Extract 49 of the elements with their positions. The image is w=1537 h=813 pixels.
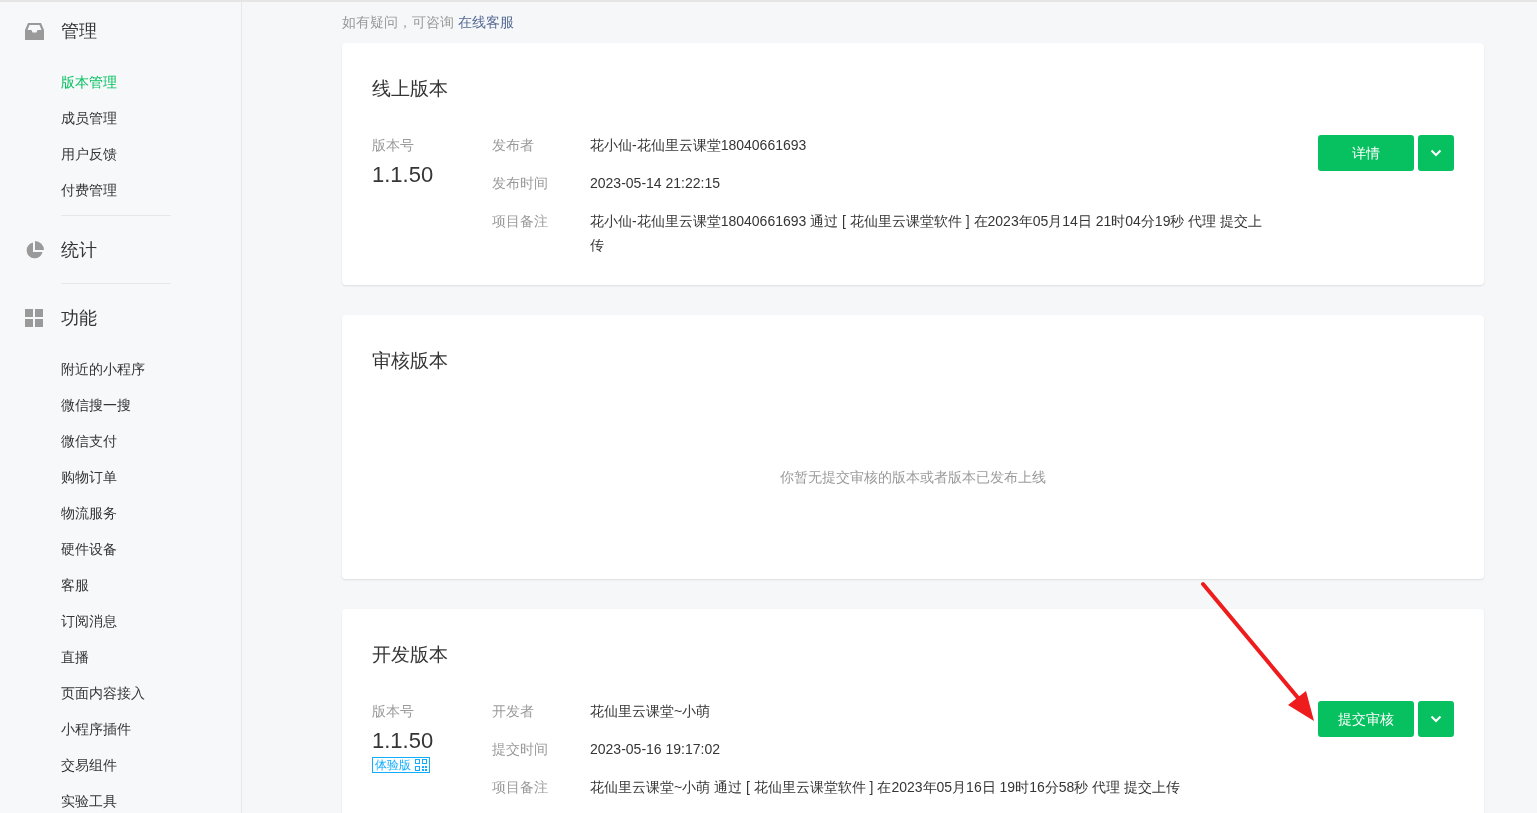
version-number: 1.1.50 [372,161,434,189]
sidebar-item[interactable]: 实验工具 [61,783,117,813]
sidebar-item[interactable]: 订阅消息 [61,603,117,639]
version-label: 版本号 [372,136,414,155]
card-title: 线上版本 [372,77,449,101]
version-label: 版本号 [372,702,414,721]
online-support-link[interactable]: 在线客服 [458,14,514,30]
sidebar-item[interactable]: 付费管理 [61,172,117,208]
sidebar-item[interactable]: 附近的小程序 [61,351,145,387]
field-label: 提交时间 [492,740,549,759]
field-value: 2023-05-14 21:22:15 [590,174,720,193]
inbox-icon [25,22,44,40]
section-heading[interactable]: 统计 [61,236,97,264]
dropdown-button[interactable] [1418,135,1454,171]
sidebar-item[interactable]: 用户反馈 [61,136,117,172]
chevron-down-icon [1430,715,1442,723]
field-value: 花小仙-花仙里云课堂18040661693 [590,136,807,155]
field-label: 发布者 [492,136,535,155]
help-text: 如有疑问，可咨询 在线客服 [342,13,514,32]
qr-code-icon [415,759,427,771]
field-value: 花仙里云课堂~小萌 [590,702,711,721]
card-title: 开发版本 [372,643,449,667]
chevron-down-icon [1430,149,1442,157]
sidebar-item[interactable]: 购物订单 [61,459,117,495]
section-heading[interactable]: 功能 [61,304,97,332]
field-value: 2023-05-16 19:17:02 [590,740,720,759]
section-heading[interactable]: 管理 [61,17,97,45]
grid-icon [25,309,43,327]
field-label: 发布时间 [492,174,549,193]
sidebar-item[interactable]: 微信支付 [61,423,117,459]
field-label: 项目备注 [492,212,549,231]
field-label: 开发者 [492,702,535,721]
field-label: 项目备注 [492,778,549,797]
version-number: 1.1.50 [372,727,434,755]
sidebar-item[interactable]: 页面内容接入 [61,675,145,711]
sidebar-item[interactable]: 微信搜一搜 [61,387,131,423]
sidebar-item[interactable]: 客服 [61,567,89,603]
sidebar-item[interactable]: 直播 [61,639,89,675]
sidebar-item[interactable]: 硬件设备 [61,531,117,567]
card-title: 审核版本 [372,349,449,373]
field-value: 花小仙-花仙里云课堂18040661693 通过 [ 花仙里云课堂软件 ] 在2023年05月14日 21时04分19秒 代理 提交上传 [590,212,1264,255]
sidebar-item[interactable]: 物流服务 [61,495,117,531]
sidebar-item[interactable]: 交易组件 [61,747,117,783]
empty-message: 你暂无提交审核的版本或者版本已发布上线 [780,467,1046,487]
field-value: 花仙里云课堂~小萌 通过 [ 花仙里云课堂软件 ] 在2023年05月16日 19时16分58秒 代理 提交上传 [590,778,1181,797]
pie-chart-icon [25,240,44,260]
sidebar-item[interactable]: 成员管理 [61,100,117,136]
dropdown-button[interactable] [1418,701,1454,737]
sidebar-item[interactable]: 小程序插件 [61,711,131,747]
